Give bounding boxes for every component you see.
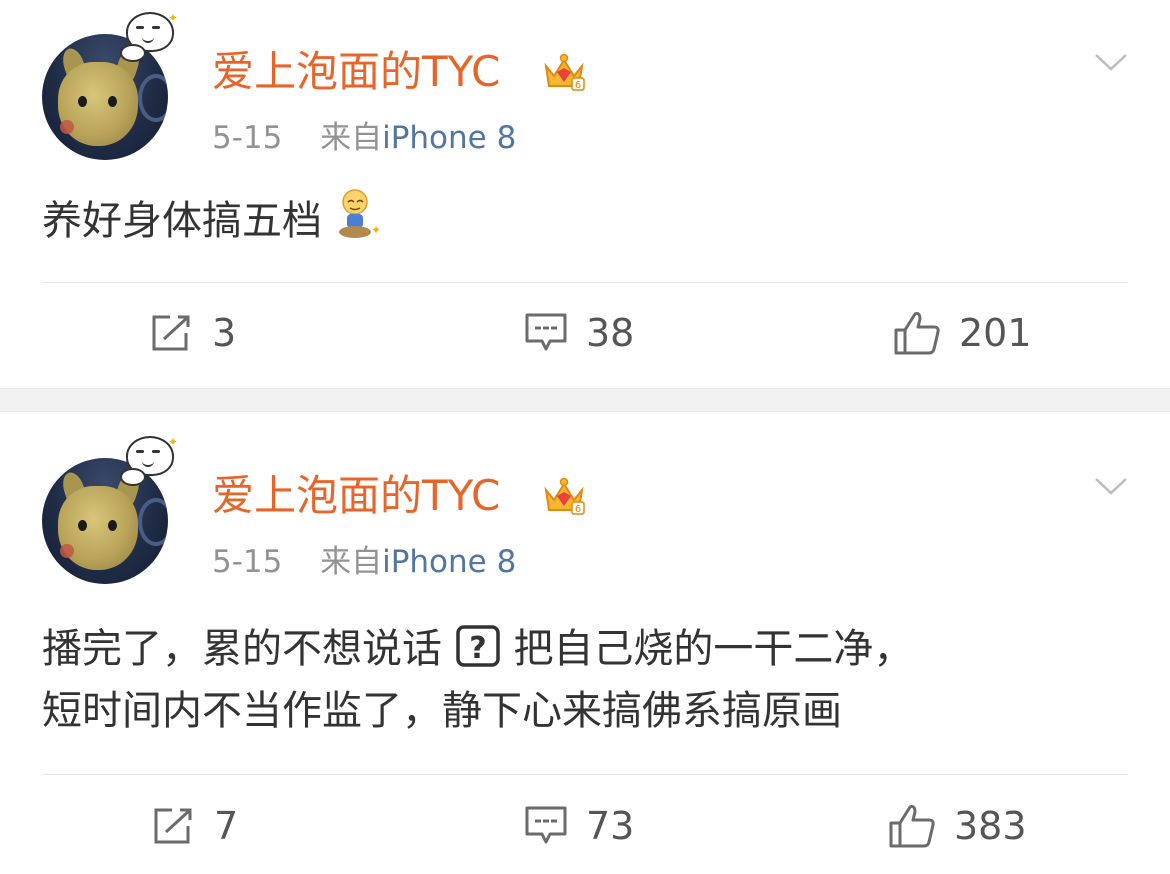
repost-count: 7	[214, 804, 239, 848]
post-content: 养好身体搞五档 ✦	[42, 188, 1128, 252]
like-button[interactable]: 383	[888, 796, 1027, 856]
source-link[interactable]: iPhone 8	[382, 120, 516, 156]
action-bar: 7 73 383	[0, 796, 1170, 856]
weibo-post-1: ✦ 爱上泡面的TYC 6 5-15 来自iPhone 8 养好身体搞五档 ✦ 3…	[0, 0, 1170, 388]
svg-text:6: 6	[575, 504, 581, 515]
comment-count: 38	[586, 311, 635, 355]
svg-text:✦: ✦	[371, 223, 379, 237]
svg-text:6: 6	[575, 80, 581, 91]
svg-text:?: ?	[469, 631, 486, 666]
avatar-pendant-sticker-icon: ✦	[120, 430, 178, 486]
like-button[interactable]: 201	[893, 303, 1032, 363]
divider	[42, 774, 1128, 775]
divider	[42, 282, 1128, 283]
weibo-post-2: ✦ 爱上泡面的TYC 6 5-15 来自iPhone 8 播完了，累的不想说话 …	[0, 412, 1170, 874]
post-meta: 5-15 来自iPhone 8	[212, 120, 516, 156]
post-meta: 5-15 来自iPhone 8	[212, 544, 516, 580]
source-prefix: 来自	[320, 120, 383, 156]
action-bar: 3 38 201	[0, 303, 1170, 363]
post-date: 5-15	[212, 544, 283, 580]
meditating-person-emoji-icon: ✦	[338, 189, 379, 238]
comment-icon	[525, 806, 567, 844]
repost-count: 3	[212, 311, 237, 355]
repost-icon	[152, 315, 190, 351]
repost-icon	[154, 808, 192, 844]
post-date: 5-15	[212, 120, 283, 156]
repost-button[interactable]: 7	[152, 796, 238, 856]
post-text-line-2: 短时间内不当作监了，静下心来搞佛系搞原画	[42, 688, 842, 734]
post-text-segment: 把自己烧的一干二净，	[513, 626, 914, 672]
vip-crown-badge-icon[interactable]: 6	[542, 50, 586, 94]
avatar-pendant-sticker-icon: ✦	[120, 6, 178, 62]
post-content: 播完了，累的不想说话 ? 把自己烧的一干二净， 短时间内不当作监了，静下心来搞佛…	[42, 618, 1128, 742]
feed-separator	[0, 388, 1170, 412]
vip-crown-badge-icon[interactable]: 6	[542, 474, 586, 518]
repost-button[interactable]: 3	[150, 303, 236, 363]
comment-count: 73	[586, 804, 635, 848]
post-text: 养好身体搞五档	[42, 198, 322, 244]
username[interactable]: 爱上泡面的TYC	[212, 48, 500, 96]
user-avatar[interactable]: ✦	[42, 436, 178, 584]
chevron-down-icon[interactable]	[1094, 476, 1128, 496]
like-count: 201	[959, 311, 1032, 355]
question-box-icon: ?	[455, 625, 500, 667]
source-prefix: 来自	[320, 544, 383, 580]
like-count: 383	[954, 804, 1027, 848]
source-link[interactable]: iPhone 8	[382, 544, 516, 580]
comment-button[interactable]: 38	[524, 303, 634, 363]
user-avatar[interactable]: ✦	[42, 12, 178, 160]
chevron-down-icon[interactable]	[1094, 52, 1128, 72]
username[interactable]: 爱上泡面的TYC	[212, 472, 500, 520]
thumbs-up-icon	[894, 312, 940, 355]
post-text-line-1: 播完了，累的不想说话 ? 把自己烧的一干二净，	[42, 618, 1128, 680]
comment-icon	[525, 313, 567, 351]
thumbs-up-icon	[889, 805, 935, 848]
comment-button[interactable]: 73	[524, 796, 634, 856]
post-text-segment: 播完了，累的不想说话	[42, 626, 442, 672]
